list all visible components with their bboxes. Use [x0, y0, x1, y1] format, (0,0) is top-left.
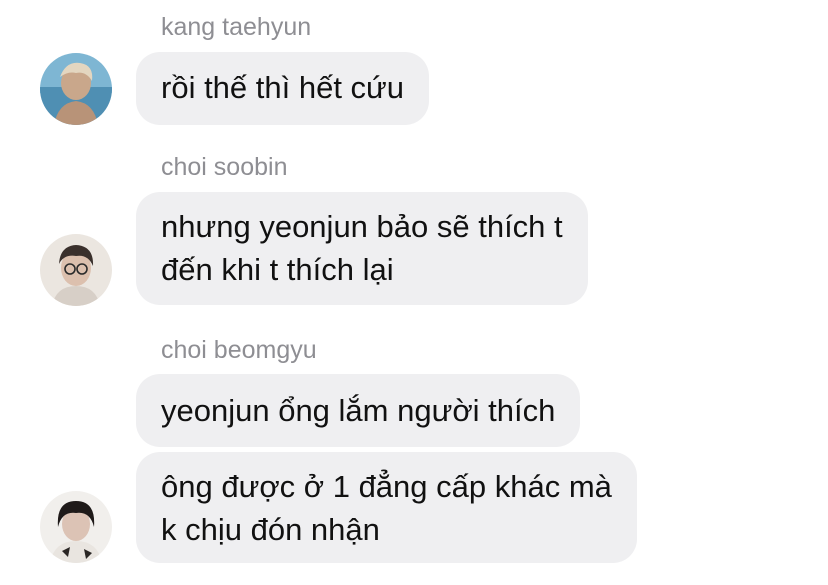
- message-bubble-3[interactable]: yeonjun ổng lắm người thích: [136, 374, 581, 447]
- message-bubble-1[interactable]: rồi thế thì hết cứu: [136, 52, 430, 125]
- soobin-avatar-photo-icon: [40, 234, 112, 306]
- message-line: nhưng yeonjun bảo sẽ thích t: [161, 209, 563, 244]
- taehyun-avatar-photo-icon: [40, 53, 112, 125]
- avatar-beomgyu[interactable]: [40, 491, 112, 563]
- avatar-soobin[interactable]: [40, 234, 112, 306]
- message-line: rồi thế thì hết cứu: [161, 70, 405, 105]
- message-line: k chịu đón nhận: [161, 512, 380, 547]
- sender-name-beomgyu: choi beomgyu: [161, 336, 317, 364]
- message-line: ông được ở 1 đẳng cấp khác mà: [161, 469, 612, 504]
- message-line: yeonjun ổng lắm người thích: [161, 393, 556, 428]
- message-line: đến khi t thích lại: [161, 252, 394, 287]
- message-bubble-4[interactable]: ông được ở 1 đẳng cấp khác mà k chịu đón…: [136, 452, 637, 563]
- sender-name-soobin: choi soobin: [161, 153, 288, 181]
- beomgyu-avatar-photo-icon: [40, 491, 112, 563]
- avatar-taehyun[interactable]: [40, 53, 112, 125]
- message-bubble-2[interactable]: nhưng yeonjun bảo sẽ thích t đến khi t t…: [136, 192, 588, 305]
- sender-name-taehyun: kang taehyun: [161, 13, 312, 41]
